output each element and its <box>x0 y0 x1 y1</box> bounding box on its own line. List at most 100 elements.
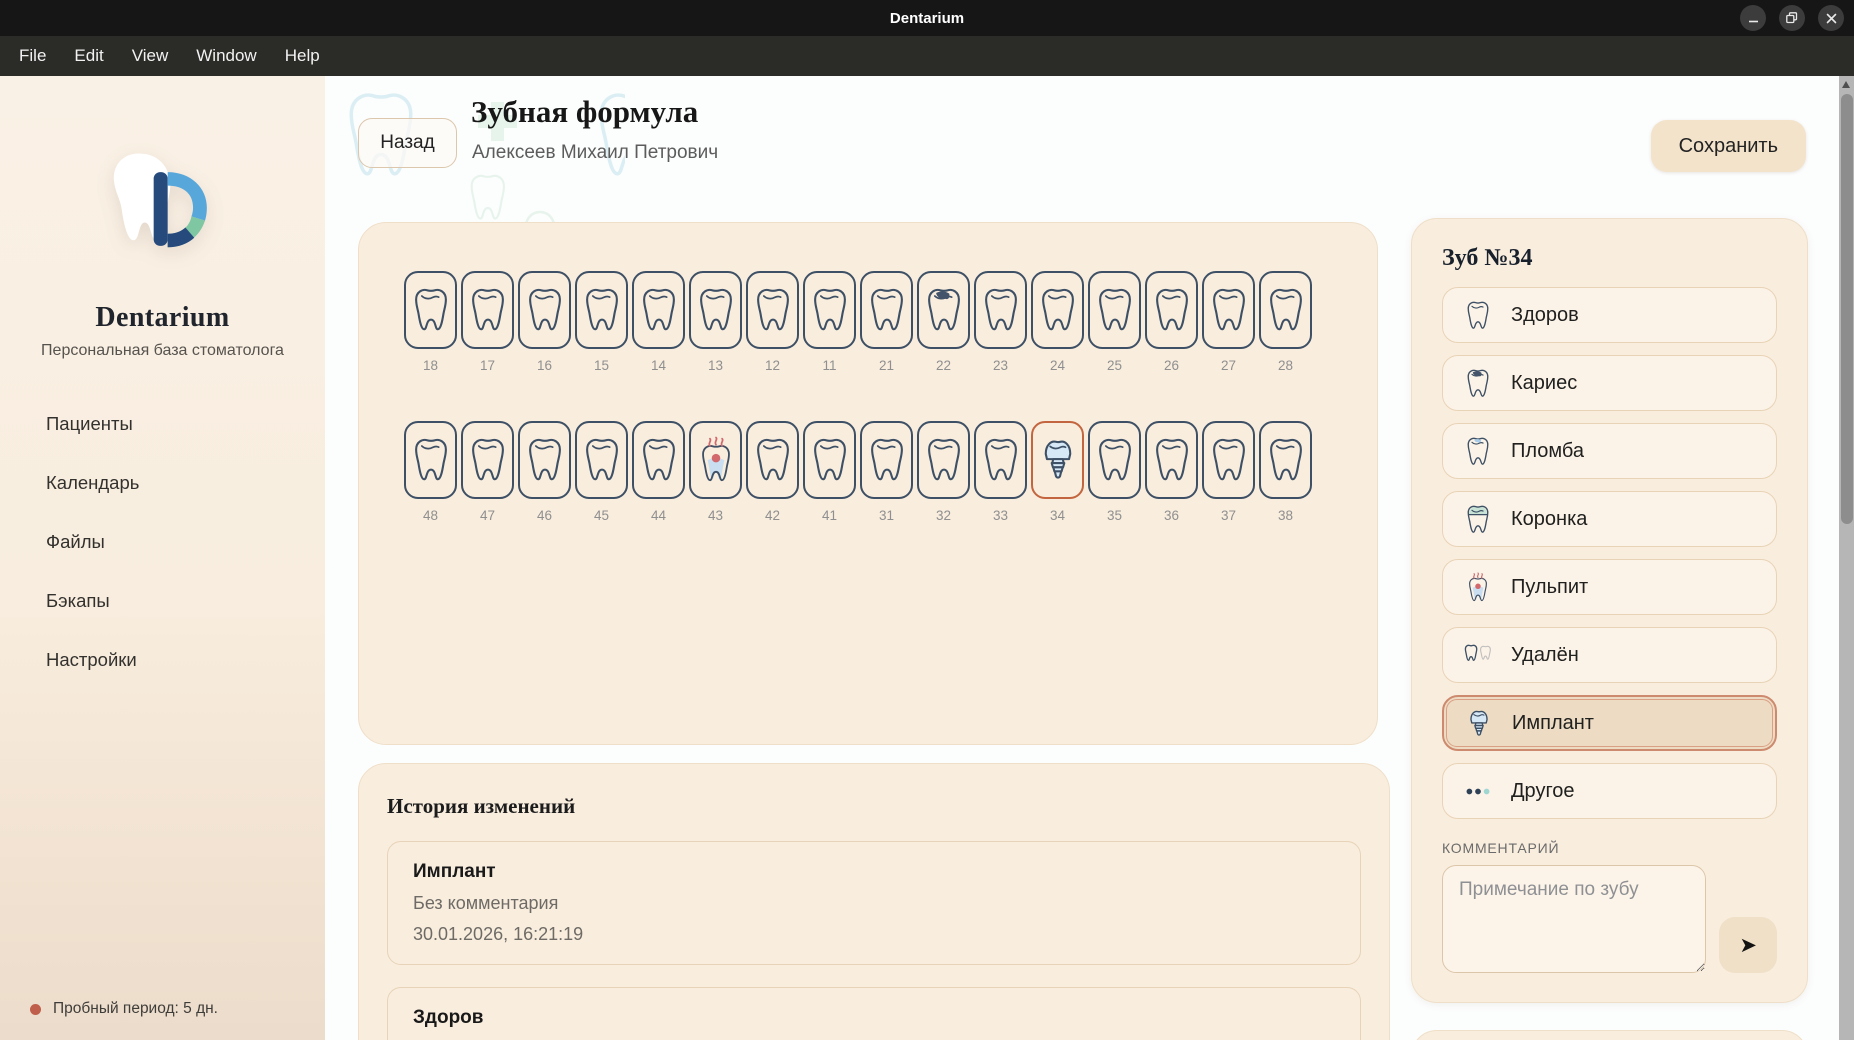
tooth-number: 33 <box>974 508 1027 523</box>
tooth-28[interactable] <box>1259 271 1312 349</box>
menu-view[interactable]: View <box>119 40 182 72</box>
healthy-tooth-icon <box>1094 286 1136 334</box>
send-arrow-icon: ➤ <box>1739 933 1757 958</box>
close-button[interactable] <box>1818 5 1844 31</box>
sidebar: Dentarium Персональная база стоматолога … <box>0 76 325 1040</box>
pulpitis-tooth-icon <box>1464 572 1492 603</box>
tooth-cell-25: 25 <box>1088 271 1141 373</box>
history-panel: История изменений ИмплантБез комментария… <box>358 763 1390 1040</box>
tooth-cell-28: 28 <box>1259 271 1312 373</box>
tooth-43[interactable] <box>689 421 742 499</box>
tooth-number: 34 <box>1031 508 1084 523</box>
tooth-state-option-crown[interactable]: Коронка <box>1442 491 1777 547</box>
minimize-button[interactable] <box>1740 5 1766 31</box>
healthy-icon <box>1462 300 1494 331</box>
tooth-number: 13 <box>689 358 742 373</box>
tooth-34[interactable] <box>1031 421 1084 499</box>
tooth-number: 38 <box>1259 508 1312 523</box>
tooth-16[interactable] <box>518 271 571 349</box>
tooth-48[interactable] <box>404 421 457 499</box>
tooth-state-option-filling[interactable]: Пломба <box>1442 423 1777 479</box>
tooth-state-option-removed[interactable]: Удалён <box>1442 627 1777 683</box>
sidebar-item-backups[interactable]: Бэкапы <box>0 575 325 627</box>
tooth-state-option-implant[interactable]: Имплант <box>1442 695 1777 751</box>
healthy-tooth-icon <box>1208 286 1250 334</box>
scrollbar-up-arrow-icon[interactable] <box>1842 81 1850 88</box>
sidebar-nav: Пациенты Календарь Файлы Бэкапы Настройки <box>0 398 325 693</box>
tooth-cell-42: 42 <box>746 421 799 523</box>
tooth-32[interactable] <box>917 421 970 499</box>
tooth-31[interactable] <box>860 421 913 499</box>
save-button[interactable]: Сохранить <box>1651 120 1806 172</box>
tooth-number: 16 <box>518 358 571 373</box>
tooth-26[interactable] <box>1145 271 1198 349</box>
scrollbar-thumb[interactable] <box>1841 94 1853 524</box>
send-comment-button[interactable]: ➤ <box>1719 917 1777 973</box>
caries-tooth-icon <box>1464 368 1492 399</box>
tooth-11[interactable] <box>803 271 856 349</box>
tooth-cell-34: 34 <box>1031 421 1084 523</box>
tooth-36[interactable] <box>1145 421 1198 499</box>
tooth-14[interactable] <box>632 271 685 349</box>
vertical-scrollbar[interactable] <box>1839 76 1854 1040</box>
tooth-27[interactable] <box>1202 271 1255 349</box>
sidebar-item-files[interactable]: Файлы <box>0 516 325 568</box>
app-logo-tooth-icon <box>97 146 229 258</box>
tooth-33[interactable] <box>974 421 1027 499</box>
tooth-15[interactable] <box>575 271 628 349</box>
tooth-state-option-other[interactable]: Другое <box>1442 763 1777 819</box>
tooth-18[interactable] <box>404 271 457 349</box>
history-entry-state: Имплант <box>413 861 1335 883</box>
tooth-35[interactable] <box>1088 421 1141 499</box>
other-dots-icon <box>1464 776 1492 807</box>
tooth-number: 37 <box>1202 508 1255 523</box>
tooth-cell-23: 23 <box>974 271 1027 373</box>
menu-edit[interactable]: Edit <box>61 40 116 72</box>
option-label: Пульпит <box>1511 576 1588 599</box>
back-button[interactable]: Назад <box>358 118 457 168</box>
tooth-45[interactable] <box>575 421 628 499</box>
sidebar-item-calendar[interactable]: Календарь <box>0 457 325 509</box>
tooth-12[interactable] <box>746 271 799 349</box>
tooth-cell-17: 17 <box>461 271 514 373</box>
tooth-44[interactable] <box>632 421 685 499</box>
tooth-38[interactable] <box>1259 421 1312 499</box>
restore-icon <box>1786 12 1798 24</box>
tooth-number: 27 <box>1202 358 1255 373</box>
tooth-cell-31: 31 <box>860 421 913 523</box>
tooth-24[interactable] <box>1031 271 1084 349</box>
menu-file[interactable]: File <box>6 40 59 72</box>
sidebar-item-settings[interactable]: Настройки <box>0 634 325 686</box>
tooth-41[interactable] <box>803 421 856 499</box>
tooth-25[interactable] <box>1088 271 1141 349</box>
tooth-42[interactable] <box>746 421 799 499</box>
tooth-cell-47: 47 <box>461 421 514 523</box>
tooth-22[interactable] <box>917 271 970 349</box>
tooth-46[interactable] <box>518 421 571 499</box>
window-title: Dentarium <box>890 10 964 27</box>
tooth-13[interactable] <box>689 271 742 349</box>
menu-help[interactable]: Help <box>272 40 333 72</box>
tooth-17[interactable] <box>461 271 514 349</box>
tooth-number: 44 <box>632 508 685 523</box>
tooth-number: 23 <box>974 358 1027 373</box>
tooth-state-option-pulpitis[interactable]: Пульпит <box>1442 559 1777 615</box>
tooth-37[interactable] <box>1202 421 1255 499</box>
sidebar-item-patients[interactable]: Пациенты <box>0 398 325 450</box>
option-label: Имплант <box>1512 712 1594 735</box>
menu-window[interactable]: Window <box>183 40 269 72</box>
restore-button[interactable] <box>1779 5 1805 31</box>
tooth-number: 26 <box>1145 358 1198 373</box>
crown-icon <box>1462 504 1494 535</box>
tooth-cell-37: 37 <box>1202 421 1255 523</box>
healthy-tooth-icon <box>980 436 1022 484</box>
tooth-21[interactable] <box>860 271 913 349</box>
tooth-47[interactable] <box>461 421 514 499</box>
tooth-23[interactable] <box>974 271 1027 349</box>
comment-label: КОММЕНТАРИЙ <box>1442 840 1777 856</box>
tooth-state-option-healthy[interactable]: Здоров <box>1442 287 1777 343</box>
healthy-tooth-icon <box>1265 286 1307 334</box>
teeth-chart-panel: 18171615141312112122232425262728 4847464… <box>358 222 1378 745</box>
comment-input[interactable] <box>1442 865 1706 973</box>
tooth-state-option-caries[interactable]: Кариес <box>1442 355 1777 411</box>
